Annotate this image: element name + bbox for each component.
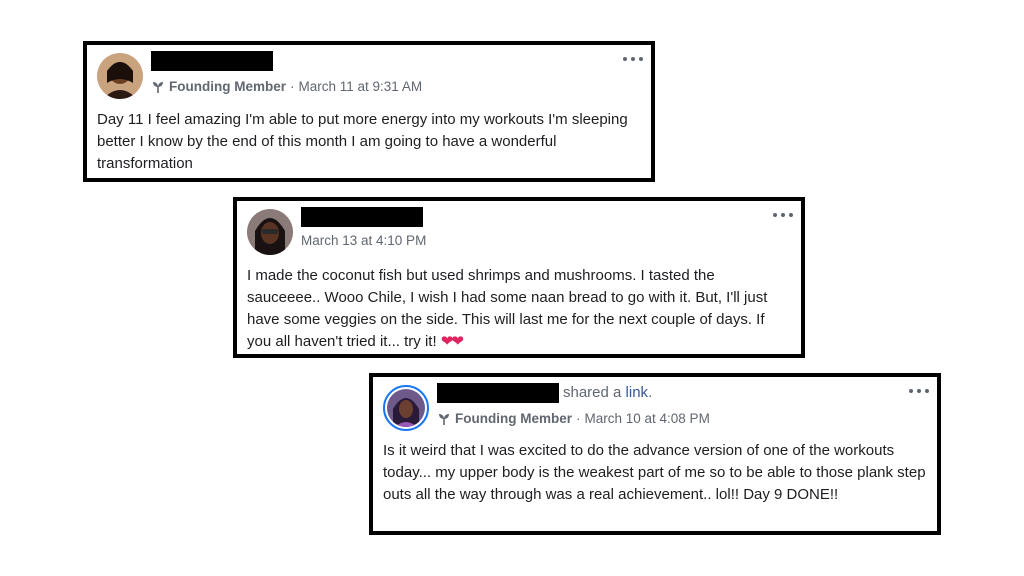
post-timestamp[interactable]: March 11 at 9:31 AM <box>299 79 423 94</box>
shared-suffix: . <box>648 384 653 401</box>
founding-member-icon <box>153 81 163 93</box>
founding-member-icon <box>439 413 449 425</box>
post-meta: Founding Member · March 11 at 9:31 AM <box>151 79 422 94</box>
post-text: Day 11 I feel amazing I'm able to put mo… <box>97 111 628 172</box>
meta-separator: · <box>576 411 581 426</box>
avatar[interactable] <box>247 209 293 255</box>
avatar[interactable] <box>383 385 429 431</box>
post-timestamp[interactable]: March 10 at 4:08 PM <box>585 411 710 426</box>
heart-emoji: ❤❤ <box>440 333 464 350</box>
shared-prefix: shared a <box>563 384 622 401</box>
redacted-name <box>301 207 423 227</box>
post-text: I made the coconut fish but used shrimps… <box>247 265 791 353</box>
shared-link[interactable]: link <box>626 384 649 401</box>
shared-link-line: shared a link. <box>563 384 652 401</box>
member-badge: Founding Member <box>169 79 286 94</box>
more-options-icon[interactable] <box>623 57 643 63</box>
post-card-1: Founding Member · March 11 at 9:31 AM Da… <box>83 41 655 182</box>
member-badge: Founding Member <box>455 411 572 426</box>
more-options-icon[interactable] <box>773 213 793 219</box>
post-text: Is it weird that I was excited to do the… <box>383 442 926 503</box>
post-meta: Founding Member · March 10 at 4:08 PM <box>437 411 710 426</box>
post-card-2: March 13 at 4:10 PM I made the coconut f… <box>233 197 805 358</box>
more-options-icon[interactable] <box>909 389 929 395</box>
redacted-name <box>151 51 273 71</box>
post-meta: March 13 at 4:10 PM <box>301 233 426 248</box>
post-timestamp[interactable]: March 13 at 4:10 PM <box>301 233 426 248</box>
avatar[interactable] <box>97 53 143 99</box>
post-card-3: shared a link. Founding Member · March 1… <box>369 373 941 535</box>
meta-separator: · <box>290 79 295 94</box>
post-text-content: I made the coconut fish but used shrimps… <box>247 267 768 350</box>
redacted-name <box>437 383 559 403</box>
